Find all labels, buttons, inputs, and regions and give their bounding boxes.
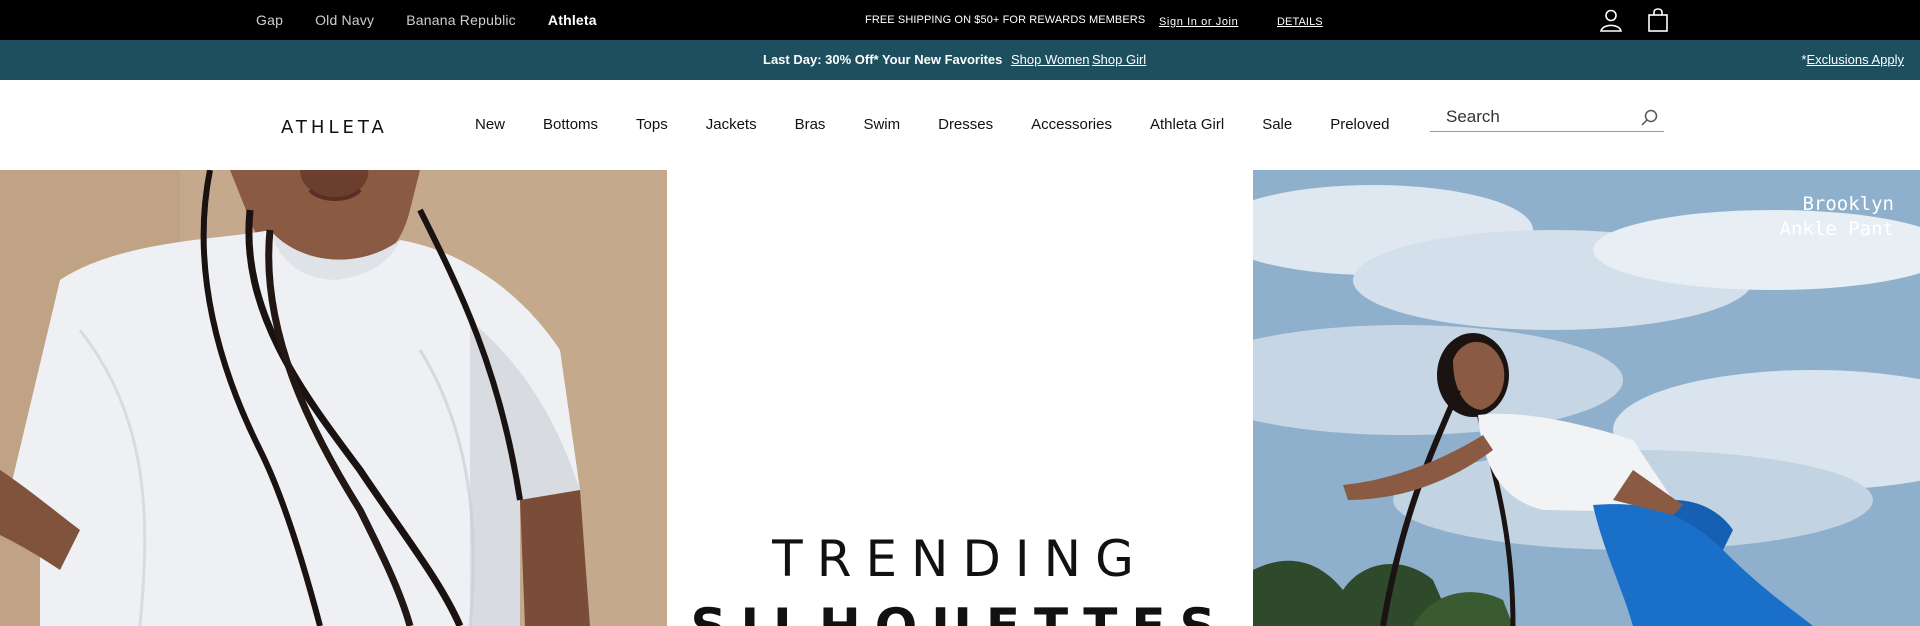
nav-item-new[interactable]: New bbox=[475, 116, 505, 133]
hero-heading-line-2: SILHOUETTES bbox=[667, 598, 1253, 626]
nav-item-jackets[interactable]: Jackets bbox=[706, 116, 757, 133]
nav-item-preloved[interactable]: Preloved bbox=[1330, 116, 1389, 133]
main-nav: ATHLETA New Bottoms Tops Jackets Bras Sw… bbox=[0, 80, 1920, 170]
model-photo-left bbox=[0, 170, 667, 626]
brand-link-old-navy[interactable]: Old Navy bbox=[315, 12, 374, 28]
shop-girl-link[interactable]: Shop Girl bbox=[1092, 52, 1146, 67]
nav-item-tops[interactable]: Tops bbox=[636, 116, 668, 133]
search-button[interactable] bbox=[1641, 109, 1658, 131]
search-box bbox=[1430, 104, 1664, 132]
product-label-line-1: Brooklyn bbox=[1802, 193, 1894, 215]
hero-heading: TRENDING bbox=[772, 530, 1148, 588]
brand-link-gap[interactable]: Gap bbox=[256, 12, 283, 28]
free-shipping-text: FREE SHIPPING ON $50+ FOR REWARDS MEMBER… bbox=[865, 14, 1146, 26]
product-label-line-2: Ankle Pant bbox=[1779, 218, 1894, 240]
shop-women-link[interactable]: Shop Women bbox=[1011, 52, 1090, 67]
shopping-bag-button[interactable] bbox=[1644, 6, 1672, 34]
promo-message: Last Day: 30% Off* Your New Favorites bbox=[763, 52, 1003, 67]
promo-bar: Last Day: 30% Off* Your New Favorites Sh… bbox=[0, 40, 1920, 80]
nav-item-swim[interactable]: Swim bbox=[863, 116, 900, 133]
search-icon bbox=[1641, 109, 1658, 126]
brand-bar: Gap Old Navy Banana Republic Athleta FRE… bbox=[0, 0, 1920, 40]
sign-in-link[interactable]: Sign In or Join bbox=[1159, 16, 1238, 28]
hero-banner: TRENDING SILHOUETTES bbox=[0, 170, 1920, 626]
athleta-logo[interactable]: ATHLETA bbox=[281, 117, 388, 138]
search-input[interactable] bbox=[1430, 104, 1630, 130]
nav-item-bottoms[interactable]: Bottoms bbox=[543, 116, 598, 133]
hero-image-right[interactable]: Brooklyn Ankle Pant bbox=[1253, 170, 1920, 626]
rewards-promo: FREE SHIPPING ON $50+ FOR REWARDS MEMBER… bbox=[865, 0, 1323, 40]
hero-text-panel: TRENDING SILHOUETTES bbox=[667, 170, 1253, 626]
nav-item-accessories[interactable]: Accessories bbox=[1031, 116, 1112, 133]
exclusions-apply[interactable]: *Exclusions Apply bbox=[1801, 52, 1904, 67]
nav-item-bras[interactable]: Bras bbox=[795, 116, 826, 133]
hero-image-left[interactable] bbox=[0, 170, 667, 626]
shopping-bag-icon bbox=[1648, 8, 1668, 32]
nav-item-sale[interactable]: Sale bbox=[1262, 116, 1292, 133]
details-link[interactable]: DETAILS bbox=[1277, 16, 1323, 28]
product-label[interactable]: Brooklyn Ankle Pant bbox=[1780, 192, 1894, 242]
brand-links: Gap Old Navy Banana Republic Athleta bbox=[256, 0, 597, 40]
nav-item-athleta-girl[interactable]: Athleta Girl bbox=[1150, 116, 1224, 133]
category-menu: New Bottoms Tops Jackets Bras Swim Dress… bbox=[475, 116, 1389, 133]
account-icon bbox=[1600, 9, 1622, 32]
brand-link-athleta[interactable]: Athleta bbox=[548, 12, 597, 28]
account-button[interactable] bbox=[1597, 6, 1625, 34]
brand-link-banana-republic[interactable]: Banana Republic bbox=[406, 12, 516, 28]
nav-item-dresses[interactable]: Dresses bbox=[938, 116, 993, 133]
exclusions-link[interactable]: Exclusions Apply bbox=[1806, 52, 1904, 67]
